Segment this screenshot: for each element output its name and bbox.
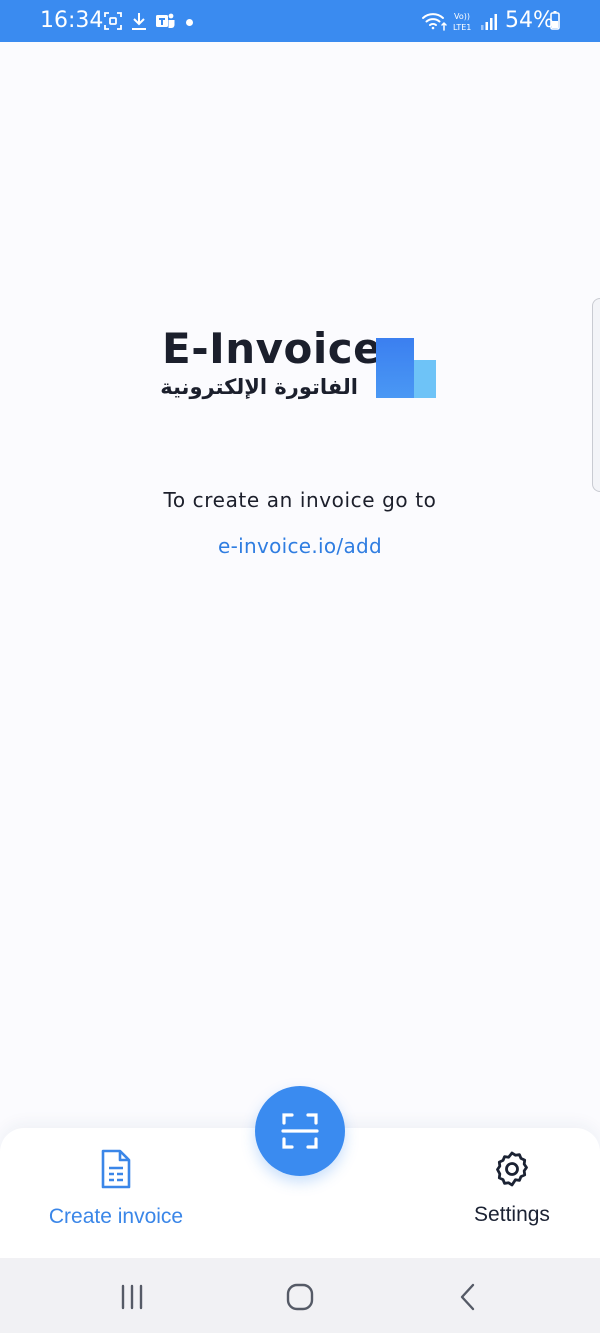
logo-subtitle-arabic: الفاتورة الإلكترونية bbox=[160, 375, 358, 399]
screenshot-icon bbox=[102, 10, 124, 32]
nav-create-invoice-label: Create invoice bbox=[48, 1205, 184, 1228]
status-bar: 16:34 Vo)) LTE1 54% bbox=[0, 0, 600, 42]
signal-icon bbox=[480, 10, 498, 32]
notification-dot bbox=[186, 19, 193, 26]
back-icon[interactable] bbox=[451, 1280, 485, 1314]
battery-icon bbox=[548, 10, 562, 32]
volte-label: Vo)) bbox=[454, 12, 470, 21]
status-time: 16:34 bbox=[40, 8, 104, 33]
document-icon bbox=[96, 1148, 136, 1190]
teams-icon bbox=[154, 10, 176, 32]
nav-settings-label: Settings bbox=[474, 1203, 550, 1226]
nav-settings[interactable]: Settings bbox=[462, 1148, 562, 1228]
recent-apps-icon[interactable] bbox=[115, 1280, 149, 1314]
lte-label: LTE1 bbox=[453, 23, 471, 32]
nav-create-invoice[interactable]: Create invoice bbox=[40, 1148, 192, 1230]
gear-icon bbox=[492, 1148, 532, 1190]
download-icon bbox=[128, 10, 150, 32]
wifi-icon bbox=[420, 10, 448, 32]
logo-title: E-Invoice bbox=[162, 324, 383, 373]
volte-lte-icon: Vo)) LTE1 bbox=[452, 10, 482, 32]
battery-percentage: 54% bbox=[505, 8, 554, 33]
scan-icon bbox=[281, 1113, 319, 1149]
scan-button[interactable] bbox=[255, 1086, 345, 1176]
app-logo: E-Invoice الفاتورة الإلكترونية bbox=[160, 322, 450, 408]
create-invoice-instruction: To create an invoice go to bbox=[163, 488, 437, 512]
system-navigation-bar bbox=[0, 1258, 600, 1333]
edge-panel-handle[interactable] bbox=[592, 298, 600, 492]
add-invoice-link[interactable]: e-invoice.io/add bbox=[0, 532, 600, 560]
home-icon[interactable] bbox=[283, 1280, 317, 1314]
logo-mark-icon bbox=[376, 338, 436, 398]
